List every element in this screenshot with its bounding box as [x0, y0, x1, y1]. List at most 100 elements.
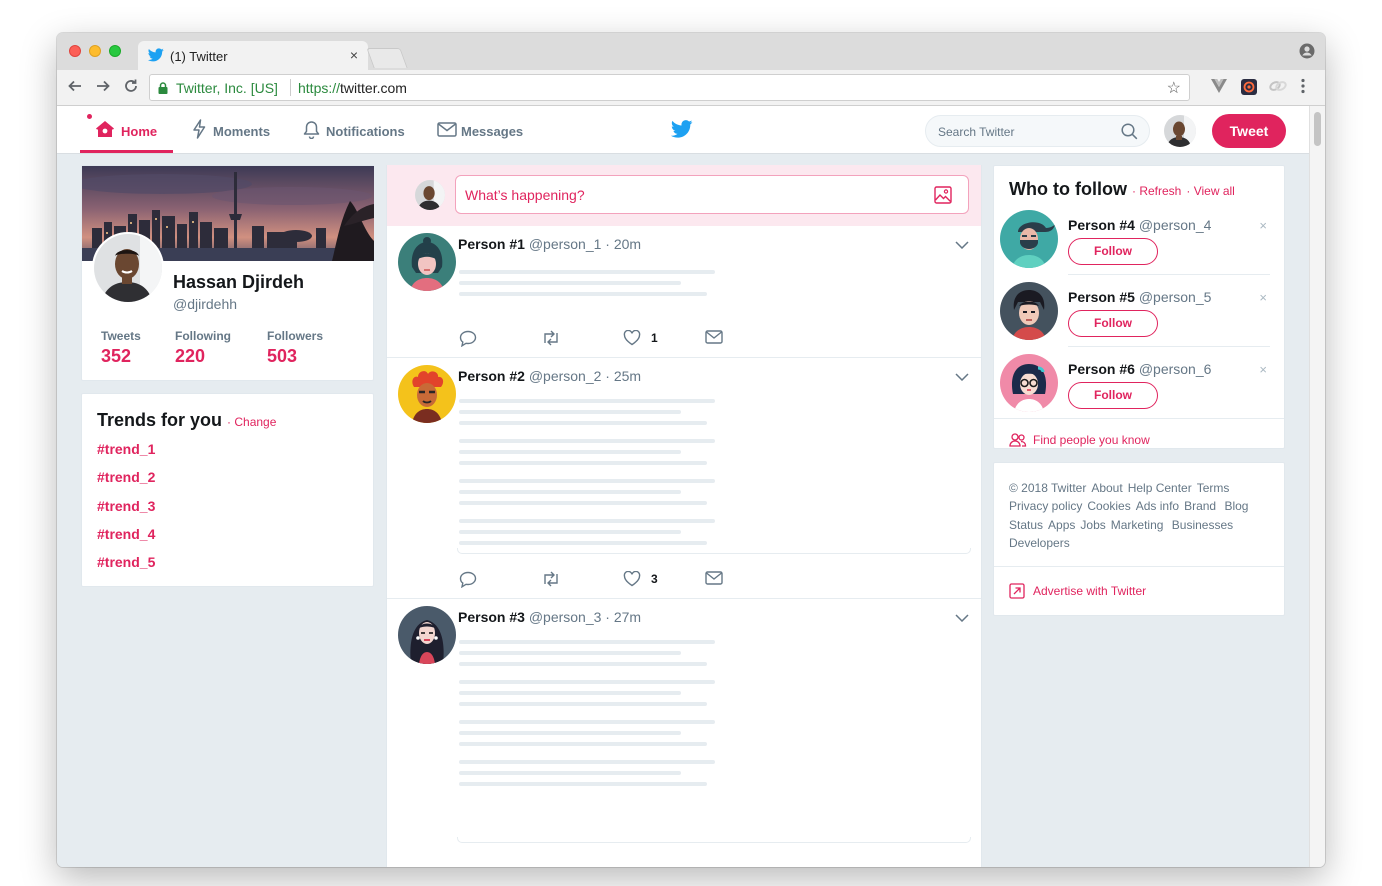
tweet-author-name[interactable]: Person #1 [458, 236, 525, 252]
trend-item[interactable]: #trend_3 [97, 498, 155, 514]
trends-change-link[interactable]: · Change [227, 415, 276, 429]
dismiss-icon[interactable]: × [1259, 362, 1267, 377]
minimize-window-button[interactable] [89, 45, 101, 57]
tweet-avatar[interactable] [398, 233, 456, 291]
chevron-down-icon[interactable] [955, 236, 969, 254]
tweet[interactable]: Person #1 @person_1 · 20m 1 [387, 226, 981, 358]
tweet[interactable]: Person #2 @person_2 · 25m 3 [387, 358, 981, 599]
find-people-link[interactable]: Find people you know [1009, 433, 1150, 450]
nav-home[interactable]: Home [80, 106, 173, 153]
tweet-avatar[interactable] [398, 606, 456, 664]
tweet-header: Person #1 @person_1 · 20m [458, 236, 641, 252]
suggestion-display-name[interactable]: Person #6 [1068, 361, 1135, 377]
suggestion-display-name[interactable]: Person #4 [1068, 217, 1135, 233]
view-all-link[interactable]: · View all [1186, 184, 1234, 198]
retweet-icon[interactable] [541, 571, 561, 590]
footer-link[interactable]: Developers [1009, 534, 1070, 552]
browser-profile-icon[interactable] [1299, 43, 1315, 64]
nav-moments[interactable]: Moments [190, 106, 285, 153]
refresh-link[interactable]: · Refresh [1132, 184, 1181, 198]
tweet[interactable]: Person #3 @person_3 · 27m [387, 599, 981, 867]
tweet-text-placeholder [459, 640, 715, 644]
footer-link[interactable]: Status [1009, 516, 1043, 534]
forward-arrow-icon[interactable] [95, 78, 111, 99]
compose-input[interactable]: What’s happening? [455, 175, 969, 214]
dismiss-icon[interactable]: × [1259, 290, 1267, 305]
trend-item[interactable]: #trend_2 [97, 469, 155, 485]
vue-devtools-icon[interactable] [1211, 79, 1227, 98]
trend-item[interactable]: #trend_4 [97, 526, 155, 542]
retweet-icon[interactable] [541, 330, 561, 349]
profile-avatar[interactable] [92, 232, 164, 304]
chevron-down-icon[interactable] [955, 609, 969, 627]
footer-link[interactable]: Terms [1197, 479, 1230, 497]
direct-message-icon[interactable] [705, 571, 723, 588]
footer-link[interactable]: Cookies [1087, 497, 1130, 515]
address-bar[interactable]: Twitter, Inc. [US] https://twitter.com ☆ [149, 74, 1190, 101]
follow-suggestion[interactable]: Person #4 @person_4 × Follow [994, 210, 1284, 282]
follow-button[interactable]: Follow [1068, 238, 1158, 265]
search-icon[interactable] [1121, 123, 1138, 143]
stat-following[interactable]: Following 220 [175, 329, 231, 367]
stat-followers[interactable]: Followers 503 [267, 329, 323, 367]
footer-link[interactable]: Businesses [1172, 516, 1233, 534]
dismiss-icon[interactable]: × [1259, 218, 1267, 233]
new-tab-button[interactable] [366, 48, 408, 68]
suggestion-handle: @person_6 [1138, 361, 1212, 377]
nav-notifications[interactable]: Notifications [302, 106, 417, 153]
footer-link[interactable]: Help Center [1128, 479, 1192, 497]
advertise-link[interactable]: Advertise with Twitter [1009, 583, 1146, 602]
reply-icon[interactable] [459, 571, 477, 591]
footer-link[interactable]: Jobs [1080, 516, 1105, 534]
page-scrollbar[interactable] [1309, 106, 1325, 867]
footer-link[interactable]: Brand [1184, 497, 1216, 515]
profile-handle[interactable]: @djirdehh [173, 296, 237, 312]
image-upload-icon[interactable] [934, 186, 952, 207]
trend-item[interactable]: #trend_1 [97, 441, 155, 457]
extension-link-icon[interactable] [1269, 79, 1287, 98]
footer-link[interactable]: Blog [1224, 497, 1248, 515]
tweet-avatar[interactable] [398, 365, 456, 423]
footer-link[interactable]: Ads info [1136, 497, 1179, 515]
stat-tweets[interactable]: Tweets 352 [101, 329, 141, 367]
follow-button[interactable]: Follow [1068, 310, 1158, 337]
like-button[interactable]: 3 [623, 570, 658, 590]
browser-menu-icon[interactable] [1301, 78, 1305, 99]
twitter-logo-icon[interactable] [670, 120, 693, 143]
account-avatar[interactable] [1164, 115, 1196, 147]
extension-badge-icon[interactable] [1241, 79, 1257, 100]
tab-close-icon[interactable]: × [350, 47, 358, 63]
follow-button[interactable]: Follow [1068, 382, 1158, 409]
scrollbar-thumb[interactable] [1314, 112, 1321, 146]
footer-link[interactable]: Privacy policy [1009, 497, 1082, 515]
direct-message-icon[interactable] [705, 330, 723, 347]
close-window-button[interactable] [69, 45, 81, 57]
footer-link[interactable]: Apps [1048, 516, 1075, 534]
tweet-author-name[interactable]: Person #2 [458, 368, 525, 384]
suggestion-avatar[interactable] [1000, 282, 1058, 340]
reload-icon[interactable] [123, 78, 139, 99]
like-button[interactable]: 1 [623, 329, 658, 349]
tweet-button[interactable]: Tweet [1212, 114, 1286, 148]
footer-link[interactable]: About [1091, 479, 1122, 497]
chevron-down-icon[interactable] [955, 368, 969, 386]
suggestion-avatar[interactable] [1000, 354, 1058, 412]
search-input[interactable]: Search Twitter [925, 115, 1150, 147]
maximize-window-button[interactable] [109, 45, 121, 57]
bookmark-star-icon[interactable]: ☆ [1167, 78, 1181, 98]
trend-item[interactable]: #trend_5 [97, 554, 155, 570]
reply-icon[interactable] [459, 330, 477, 350]
follow-suggestion[interactable]: Person #5 @person_5 × Follow [994, 282, 1284, 354]
profile-name[interactable]: Hassan Djirdeh [173, 272, 304, 293]
tweet-author-name[interactable]: Person #3 [458, 609, 525, 625]
profile-card: Hassan Djirdeh @djirdehh Tweets 352 Foll… [81, 165, 374, 381]
footer-link[interactable]: Marketing [1111, 516, 1164, 534]
back-arrow-icon[interactable] [67, 78, 83, 99]
nav-messages[interactable]: Messages [437, 106, 532, 153]
tweet-text-placeholder [459, 782, 707, 786]
tweet-text-placeholder [459, 292, 707, 296]
suggestion-display-name[interactable]: Person #5 [1068, 289, 1135, 305]
browser-tab[interactable]: (1) Twitter × [138, 41, 368, 70]
suggestion-avatar[interactable] [1000, 210, 1058, 268]
follow-suggestion[interactable]: Person #6 @person_6 × Follow [994, 354, 1284, 426]
